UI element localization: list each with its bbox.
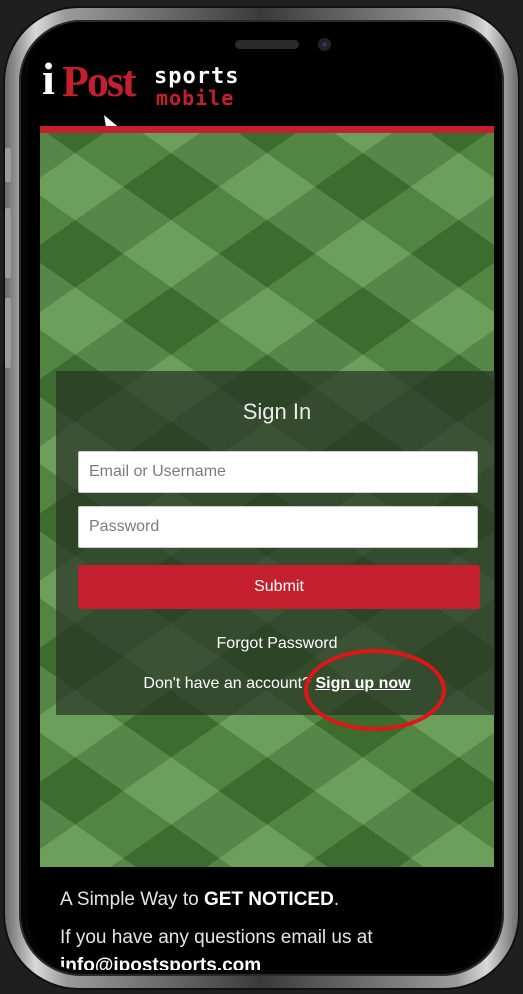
signin-card: Sign In Submit Forgot Password Don't hav… [56,371,495,731]
contact-question: If you have any questions email us at [60,927,373,948]
speaker-grille [235,40,299,49]
signin-title: Sign In [242,399,312,424]
header-divider [40,126,494,133]
mute-switch [5,148,11,182]
camera-icon [318,38,331,51]
volume-up-button [5,208,11,278]
contact-email-link[interactable]: info@ipostsports.com [60,955,261,970]
forgot-password-link[interactable]: Forgot Password [56,635,495,653]
turf-background: Sign In Submit Forgot Password Don't hav… [40,133,495,867]
footer: A Simple Way to GET NOTICED. If you have… [40,867,494,970]
no-account-text: Don't have an account? [143,675,312,692]
submit-button[interactable]: Submit [78,565,480,609]
tagline: A Simple Way to GET NOTICED. [60,889,339,911]
phone-screen: i Post sports mobile Sign In Submit Forg… [28,22,495,970]
tagline-prefix: A Simple Way to [60,889,199,910]
logo-mobile: mobile [156,86,235,110]
highlight-circle-annotation [304,649,446,731]
email-username-input[interactable] [78,451,478,493]
tagline-emphasis: GET NOTICED [203,889,334,910]
ipostsports-logo[interactable]: i Post sports mobile [42,52,242,132]
logo-i: i [42,53,55,104]
volume-down-button [5,298,11,368]
password-input[interactable] [78,506,478,548]
logo-post: Post [62,57,137,106]
tagline-suffix: . [333,889,340,910]
